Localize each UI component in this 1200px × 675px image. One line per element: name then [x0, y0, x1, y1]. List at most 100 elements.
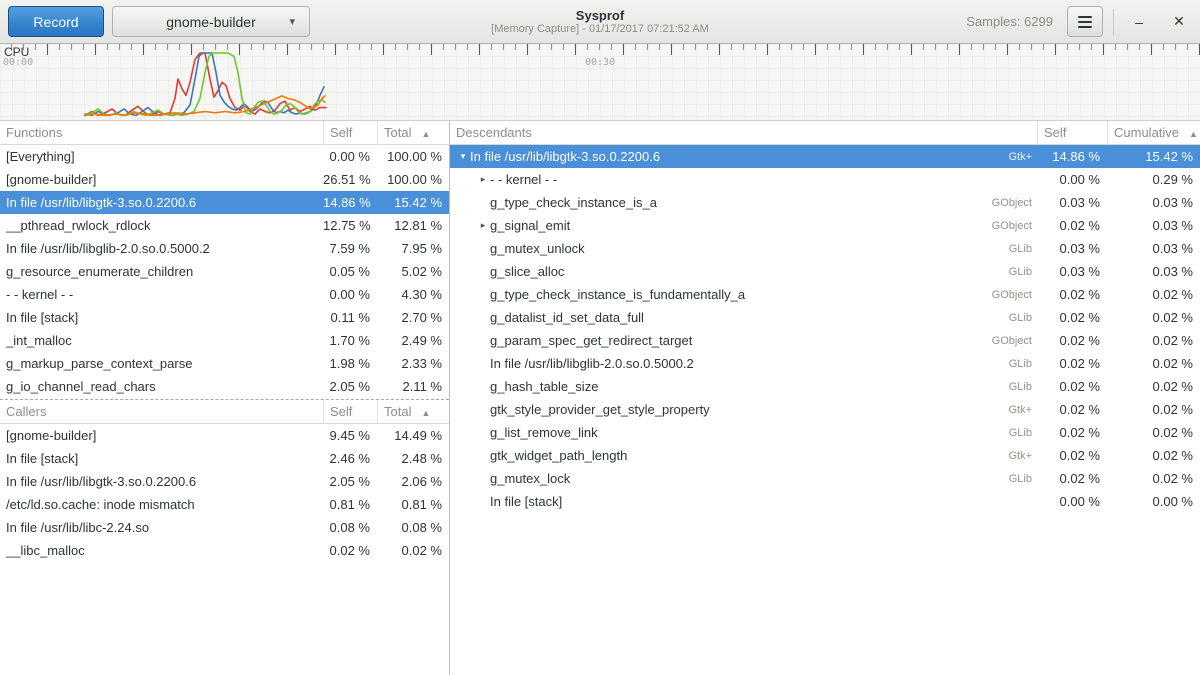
record-button[interactable]: Record — [8, 6, 104, 37]
self-percent: 2.05 % — [323, 379, 377, 394]
timeline-tick-0000: 00:00 — [3, 57, 33, 68]
total-percent: 2.48 % — [377, 451, 449, 466]
functions-total-column-header[interactable]: Total▲ — [377, 121, 449, 145]
tree-row-name-cell: ▸g_signal_emitGObject — [450, 218, 1037, 233]
cpu-graph[interactable]: CPU 00:00 00:30 — [0, 44, 1200, 121]
table-row[interactable]: In file /usr/lib/libglib-2.0.so.0.5000.2… — [0, 237, 449, 260]
table-row[interactable]: _int_malloc1.70 %2.49 % — [0, 329, 449, 352]
tree-row-name-cell: g_hash_table_sizeGLib — [450, 379, 1037, 394]
total-percent: 5.02 % — [377, 264, 449, 279]
functions-self-column-header[interactable]: Self — [323, 121, 377, 145]
tree-row[interactable]: In file [stack]0.00 %0.00 % — [450, 490, 1200, 513]
samples-count: Samples: 6299 — [966, 14, 1053, 29]
table-row[interactable]: [gnome-builder]9.45 %14.49 % — [0, 424, 449, 447]
table-row[interactable]: In file /usr/lib/libgtk-3.so.0.2200.62.0… — [0, 470, 449, 493]
cumulative-percent: 0.02 % — [1107, 310, 1200, 325]
tree-row-name-cell: g_list_remove_linkGLib — [450, 425, 1037, 440]
tree-row[interactable]: g_param_spec_get_redirect_targetGObject0… — [450, 329, 1200, 352]
cumulative-percent: 0.29 % — [1107, 172, 1200, 187]
self-percent: 2.05 % — [323, 474, 377, 489]
self-percent: 0.00 % — [1037, 172, 1107, 187]
tree-row-name-cell: g_type_check_instance_is_fundamentally_a… — [450, 287, 1037, 302]
descendants-column-header[interactable]: Descendants — [450, 121, 1037, 145]
header-bar: Record gnome-builder ▾ Sysprof [Memory C… — [0, 0, 1200, 44]
minimize-button[interactable]: – — [1124, 7, 1154, 37]
cumulative-percent: 0.02 % — [1107, 471, 1200, 486]
table-row[interactable]: g_io_channel_read_chars2.05 %2.11 % — [0, 375, 449, 398]
total-percent: 4.30 % — [377, 287, 449, 302]
total-percent: 0.08 % — [377, 520, 449, 535]
library-badge: GLib — [1009, 473, 1037, 485]
table-row[interactable]: __libc_malloc0.02 %0.02 % — [0, 539, 449, 562]
cumulative-percent: 0.02 % — [1107, 356, 1200, 371]
function-name: gtk_style_provider_get_style_property — [490, 402, 710, 417]
table-row[interactable]: g_resource_enumerate_children0.05 %5.02 … — [0, 260, 449, 283]
tree-row[interactable]: g_type_check_instance_is_fundamentally_a… — [450, 283, 1200, 306]
tree-row[interactable]: g_type_check_instance_is_aGObject0.03 %0… — [450, 191, 1200, 214]
table-row[interactable]: /etc/ld.so.cache: inode mismatch0.81 %0.… — [0, 493, 449, 516]
sort-ascending-icon: ▲ — [421, 129, 430, 139]
table-row[interactable]: In file [stack]0.11 %2.70 % — [0, 306, 449, 329]
descendants-self-column-header[interactable]: Self — [1037, 121, 1107, 145]
table-row[interactable]: In file /usr/lib/libc-2.24.so0.08 %0.08 … — [0, 516, 449, 539]
descendants-cumulative-column-header[interactable]: Cumulative▲ — [1107, 121, 1200, 145]
self-percent: 0.02 % — [1037, 471, 1107, 486]
functions-column-header[interactable]: Functions — [0, 121, 323, 145]
table-row[interactable]: - - kernel - -0.00 %4.30 % — [0, 283, 449, 306]
total-percent: 2.49 % — [377, 333, 449, 348]
table-row[interactable]: __pthread_rwlock_rdlock12.75 %12.81 % — [0, 214, 449, 237]
cpu-series-cpu0 — [85, 53, 326, 115]
function-name: In file /usr/lib/libc-2.24.so — [0, 520, 323, 535]
tree-row[interactable]: ▸g_signal_emitGObject0.02 %0.03 % — [450, 214, 1200, 237]
self-percent: 1.70 % — [323, 333, 377, 348]
table-row[interactable]: g_markup_parse_context_parse1.98 %2.33 % — [0, 352, 449, 375]
function-name: g_resource_enumerate_children — [0, 264, 323, 279]
tree-row-name-cell: ▾In file /usr/lib/libgtk-3.so.0.2200.6Gt… — [450, 149, 1037, 164]
total-percent: 100.00 % — [377, 149, 449, 164]
function-name: __pthread_rwlock_rdlock — [0, 218, 323, 233]
table-row[interactable]: In file [stack]2.46 %2.48 % — [0, 447, 449, 470]
function-name: In file /usr/lib/libglib-2.0.so.0.5000.2 — [0, 241, 323, 256]
self-percent: 0.81 % — [323, 497, 377, 512]
expander-right-icon[interactable]: ▸ — [476, 220, 490, 231]
cumulative-percent: 0.03 % — [1107, 264, 1200, 279]
callers-table-body: [gnome-builder]9.45 %14.49 %In file [sta… — [0, 424, 449, 562]
table-row[interactable]: [Everything]0.00 %100.00 % — [0, 145, 449, 168]
callers-total-column-header[interactable]: Total▲ — [377, 400, 449, 424]
header-separator — [1113, 9, 1114, 35]
self-percent: 0.03 % — [1037, 264, 1107, 279]
library-badge: GLib — [1009, 312, 1037, 324]
cpu-lines-chart — [0, 44, 1200, 121]
self-percent: 7.59 % — [323, 241, 377, 256]
function-name: g_list_remove_link — [490, 425, 598, 440]
timeline-tick-0030: 00:30 — [585, 57, 615, 68]
callers-column-header[interactable]: Callers — [0, 400, 323, 424]
tree-row[interactable]: g_datalist_id_set_data_fullGLib0.02 %0.0… — [450, 306, 1200, 329]
tree-row[interactable]: gtk_style_provider_get_style_propertyGtk… — [450, 398, 1200, 421]
close-button[interactable]: ✕ — [1164, 7, 1194, 37]
tree-row-name-cell: g_type_check_instance_is_aGObject — [450, 195, 1037, 210]
tree-row[interactable]: g_mutex_lockGLib0.02 %0.02 % — [450, 467, 1200, 490]
target-process-dropdown[interactable]: gnome-builder ▾ — [112, 6, 310, 37]
cumulative-percent: 0.03 % — [1107, 218, 1200, 233]
tree-row[interactable]: g_hash_table_sizeGLib0.02 %0.02 % — [450, 375, 1200, 398]
self-percent: 12.75 % — [323, 218, 377, 233]
tree-row[interactable]: In file /usr/lib/libglib-2.0.so.0.5000.2… — [450, 352, 1200, 375]
table-row[interactable]: In file /usr/lib/libgtk-3.so.0.2200.614.… — [0, 191, 449, 214]
self-percent: 0.02 % — [1037, 402, 1107, 417]
tree-row[interactable]: ▸- - kernel - -0.00 %0.29 % — [450, 168, 1200, 191]
expander-right-icon[interactable]: ▸ — [476, 174, 490, 185]
expander-down-icon[interactable]: ▾ — [456, 151, 470, 162]
tree-row[interactable]: gtk_widget_path_lengthGtk+0.02 %0.02 % — [450, 444, 1200, 467]
total-percent: 0.81 % — [377, 497, 449, 512]
table-row[interactable]: [gnome-builder]26.51 %100.00 % — [0, 168, 449, 191]
tree-row[interactable]: g_slice_allocGLib0.03 %0.03 % — [450, 260, 1200, 283]
total-percent: 0.02 % — [377, 543, 449, 558]
hamburger-menu-button[interactable] — [1067, 6, 1103, 37]
tree-row[interactable]: ▾In file /usr/lib/libgtk-3.so.0.2200.6Gt… — [450, 145, 1200, 168]
tree-row[interactable]: g_mutex_unlockGLib0.03 %0.03 % — [450, 237, 1200, 260]
self-percent: 0.02 % — [1037, 287, 1107, 302]
callers-self-column-header[interactable]: Self — [323, 400, 377, 424]
function-name: g_datalist_id_set_data_full — [490, 310, 644, 325]
tree-row[interactable]: g_list_remove_linkGLib0.02 %0.02 % — [450, 421, 1200, 444]
